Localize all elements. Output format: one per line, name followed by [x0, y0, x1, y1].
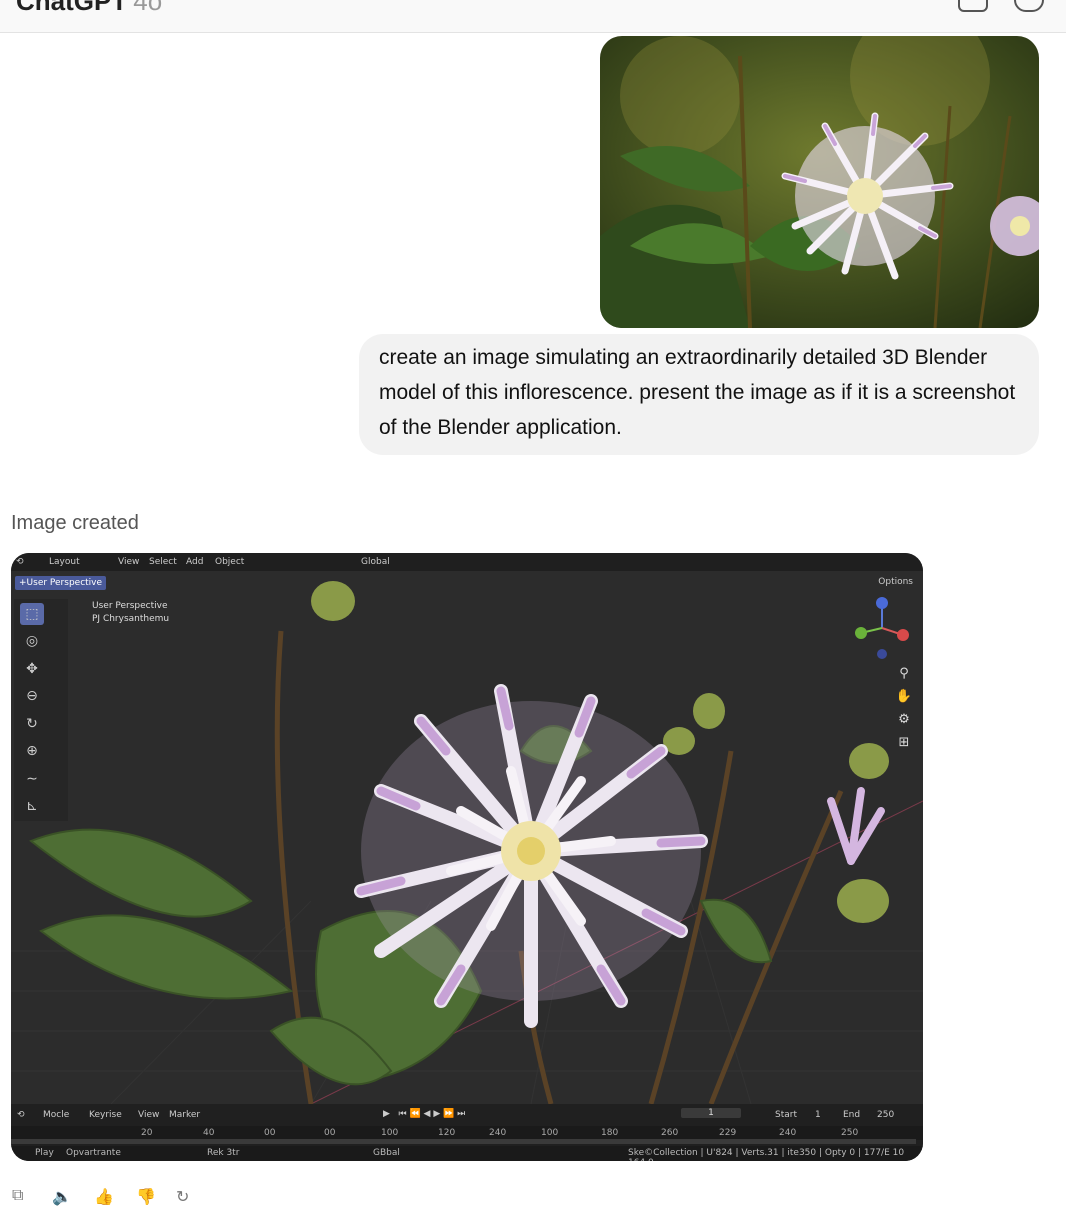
- measure-icon: ⊾: [26, 798, 38, 814]
- status-bar: Play Opvartrante Rek 3tr GBbal Ske©Colle…: [11, 1146, 923, 1161]
- status-stats: Ske©Collection | U'824 | Verts.31 | ite3…: [628, 1148, 905, 1161]
- select-menu: Select: [149, 557, 177, 567]
- tick-label: 250: [841, 1128, 859, 1138]
- layout-menu: Layout: [49, 557, 80, 567]
- tick-label: 00: [324, 1128, 336, 1138]
- user-uploaded-image[interactable]: [600, 36, 1039, 328]
- top-bar: ChatGPT 4o: [0, 0, 1066, 33]
- transform-icon: ⊕: [26, 743, 38, 759]
- marker-menu: Marker: [169, 1110, 201, 1120]
- navigation-gizmo-icon: [855, 597, 909, 659]
- tick-label: 00: [264, 1128, 276, 1138]
- speaker-icon[interactable]: 🔈: [52, 1187, 72, 1206]
- tick-label: 240: [779, 1128, 797, 1138]
- status-item-2: Opvartrante: [66, 1148, 121, 1158]
- start-label: Start: [775, 1110, 797, 1120]
- toolbar: ⬚ ◎ ✥ ⊖ ↻ ⊕ ∼ ⊾: [14, 599, 68, 821]
- current-frame-field: 1: [681, 1108, 741, 1118]
- status-item-3: Rek 3tr: [207, 1148, 240, 1158]
- timeline-view-menu: View: [138, 1110, 160, 1120]
- timeline-scrollbar: [11, 1139, 916, 1144]
- timeline-ruler: 20 40 00 00 100 120 240 100 180 260 229 …: [11, 1126, 923, 1140]
- end-value: 250: [877, 1110, 895, 1120]
- viewport-overlay-text: User Perspective PJ Chrysanthemu: [92, 600, 169, 626]
- regenerate-icon[interactable]: ↻: [176, 1187, 194, 1206]
- tick-label: 120: [438, 1128, 456, 1138]
- keying-menu: Keyrise: [89, 1110, 122, 1120]
- grid-icon: ⊞: [898, 735, 910, 750]
- start-value: 1: [815, 1110, 821, 1120]
- camera-icon: ⚙: [898, 712, 910, 727]
- status-play: Play: [35, 1148, 54, 1158]
- hand-icon: ✋: [895, 689, 913, 704]
- copy-icon[interactable]: ⧉: [12, 1187, 30, 1205]
- scale-icon: ↻: [26, 716, 38, 732]
- tick-label: 260: [661, 1128, 679, 1138]
- model-selector[interactable]: ChatGPT 4o: [16, 0, 162, 17]
- mode-menu: Mocle: [43, 1110, 70, 1120]
- annotate-icon: ∼: [26, 771, 38, 787]
- object-menu: Object: [215, 557, 245, 567]
- tick-label: 229: [719, 1128, 737, 1138]
- user-message: create an image simulating an extraordin…: [359, 334, 1039, 455]
- rotate-icon: ⊖: [26, 688, 38, 704]
- viewport-scene: [11, 571, 923, 1104]
- timeline-icon: ⟲: [17, 1110, 25, 1120]
- generated-image[interactable]: ⟲ Layout View Select Add Object Global +…: [11, 553, 923, 1161]
- move-icon: ✥: [26, 661, 38, 677]
- options-menu: Options: [878, 577, 913, 587]
- image-created-label: Image created: [11, 512, 139, 534]
- blender-header: ⟲ Layout View Select Add Object Global: [11, 553, 923, 571]
- model-name: ChatGPT: [16, 0, 128, 16]
- message-actions: ⧉ 🔈 👍 👎 ↻: [12, 1182, 212, 1206]
- add-menu: Add: [186, 557, 204, 567]
- zoom-icon: ⚲: [899, 666, 909, 681]
- tick-label: 100: [381, 1128, 399, 1138]
- blender-logo-icon: ⟲: [16, 557, 24, 567]
- tick-label: 180: [601, 1128, 619, 1138]
- new-chat-icon[interactable]: [1014, 0, 1044, 12]
- select-box-icon: ⬚: [20, 603, 44, 625]
- overlay-line-1: User Perspective: [92, 601, 168, 611]
- tick-label: 240: [489, 1128, 507, 1138]
- play-controls-icon: ▶ ⏮ ⏪ ◀ ▶ ⏩ ⏭: [383, 1109, 466, 1119]
- status-item-4: GBbal: [373, 1148, 400, 1158]
- tick-label: 40: [203, 1128, 215, 1138]
- transform-orientation: Global: [361, 557, 390, 567]
- thumbs-up-icon[interactable]: 👍: [94, 1187, 114, 1206]
- end-label: End: [843, 1110, 861, 1120]
- user-perspective-button: +User Perspective: [15, 576, 107, 590]
- thumbs-down-icon[interactable]: 👎: [136, 1187, 156, 1206]
- share-icon[interactable]: [958, 0, 988, 12]
- tick-label: 20: [141, 1128, 153, 1138]
- model-version: 4o: [133, 0, 163, 16]
- overlay-line-2: PJ Chrysanthemu: [92, 614, 170, 624]
- cursor-icon: ◎: [25, 633, 39, 649]
- tick-label: 100: [541, 1128, 559, 1138]
- view-menu: View: [118, 557, 140, 567]
- timeline: ⟲ Mocle Keyrise View Marker ▶ ⏮ ⏪ ◀ ▶ ⏩ …: [11, 1104, 923, 1161]
